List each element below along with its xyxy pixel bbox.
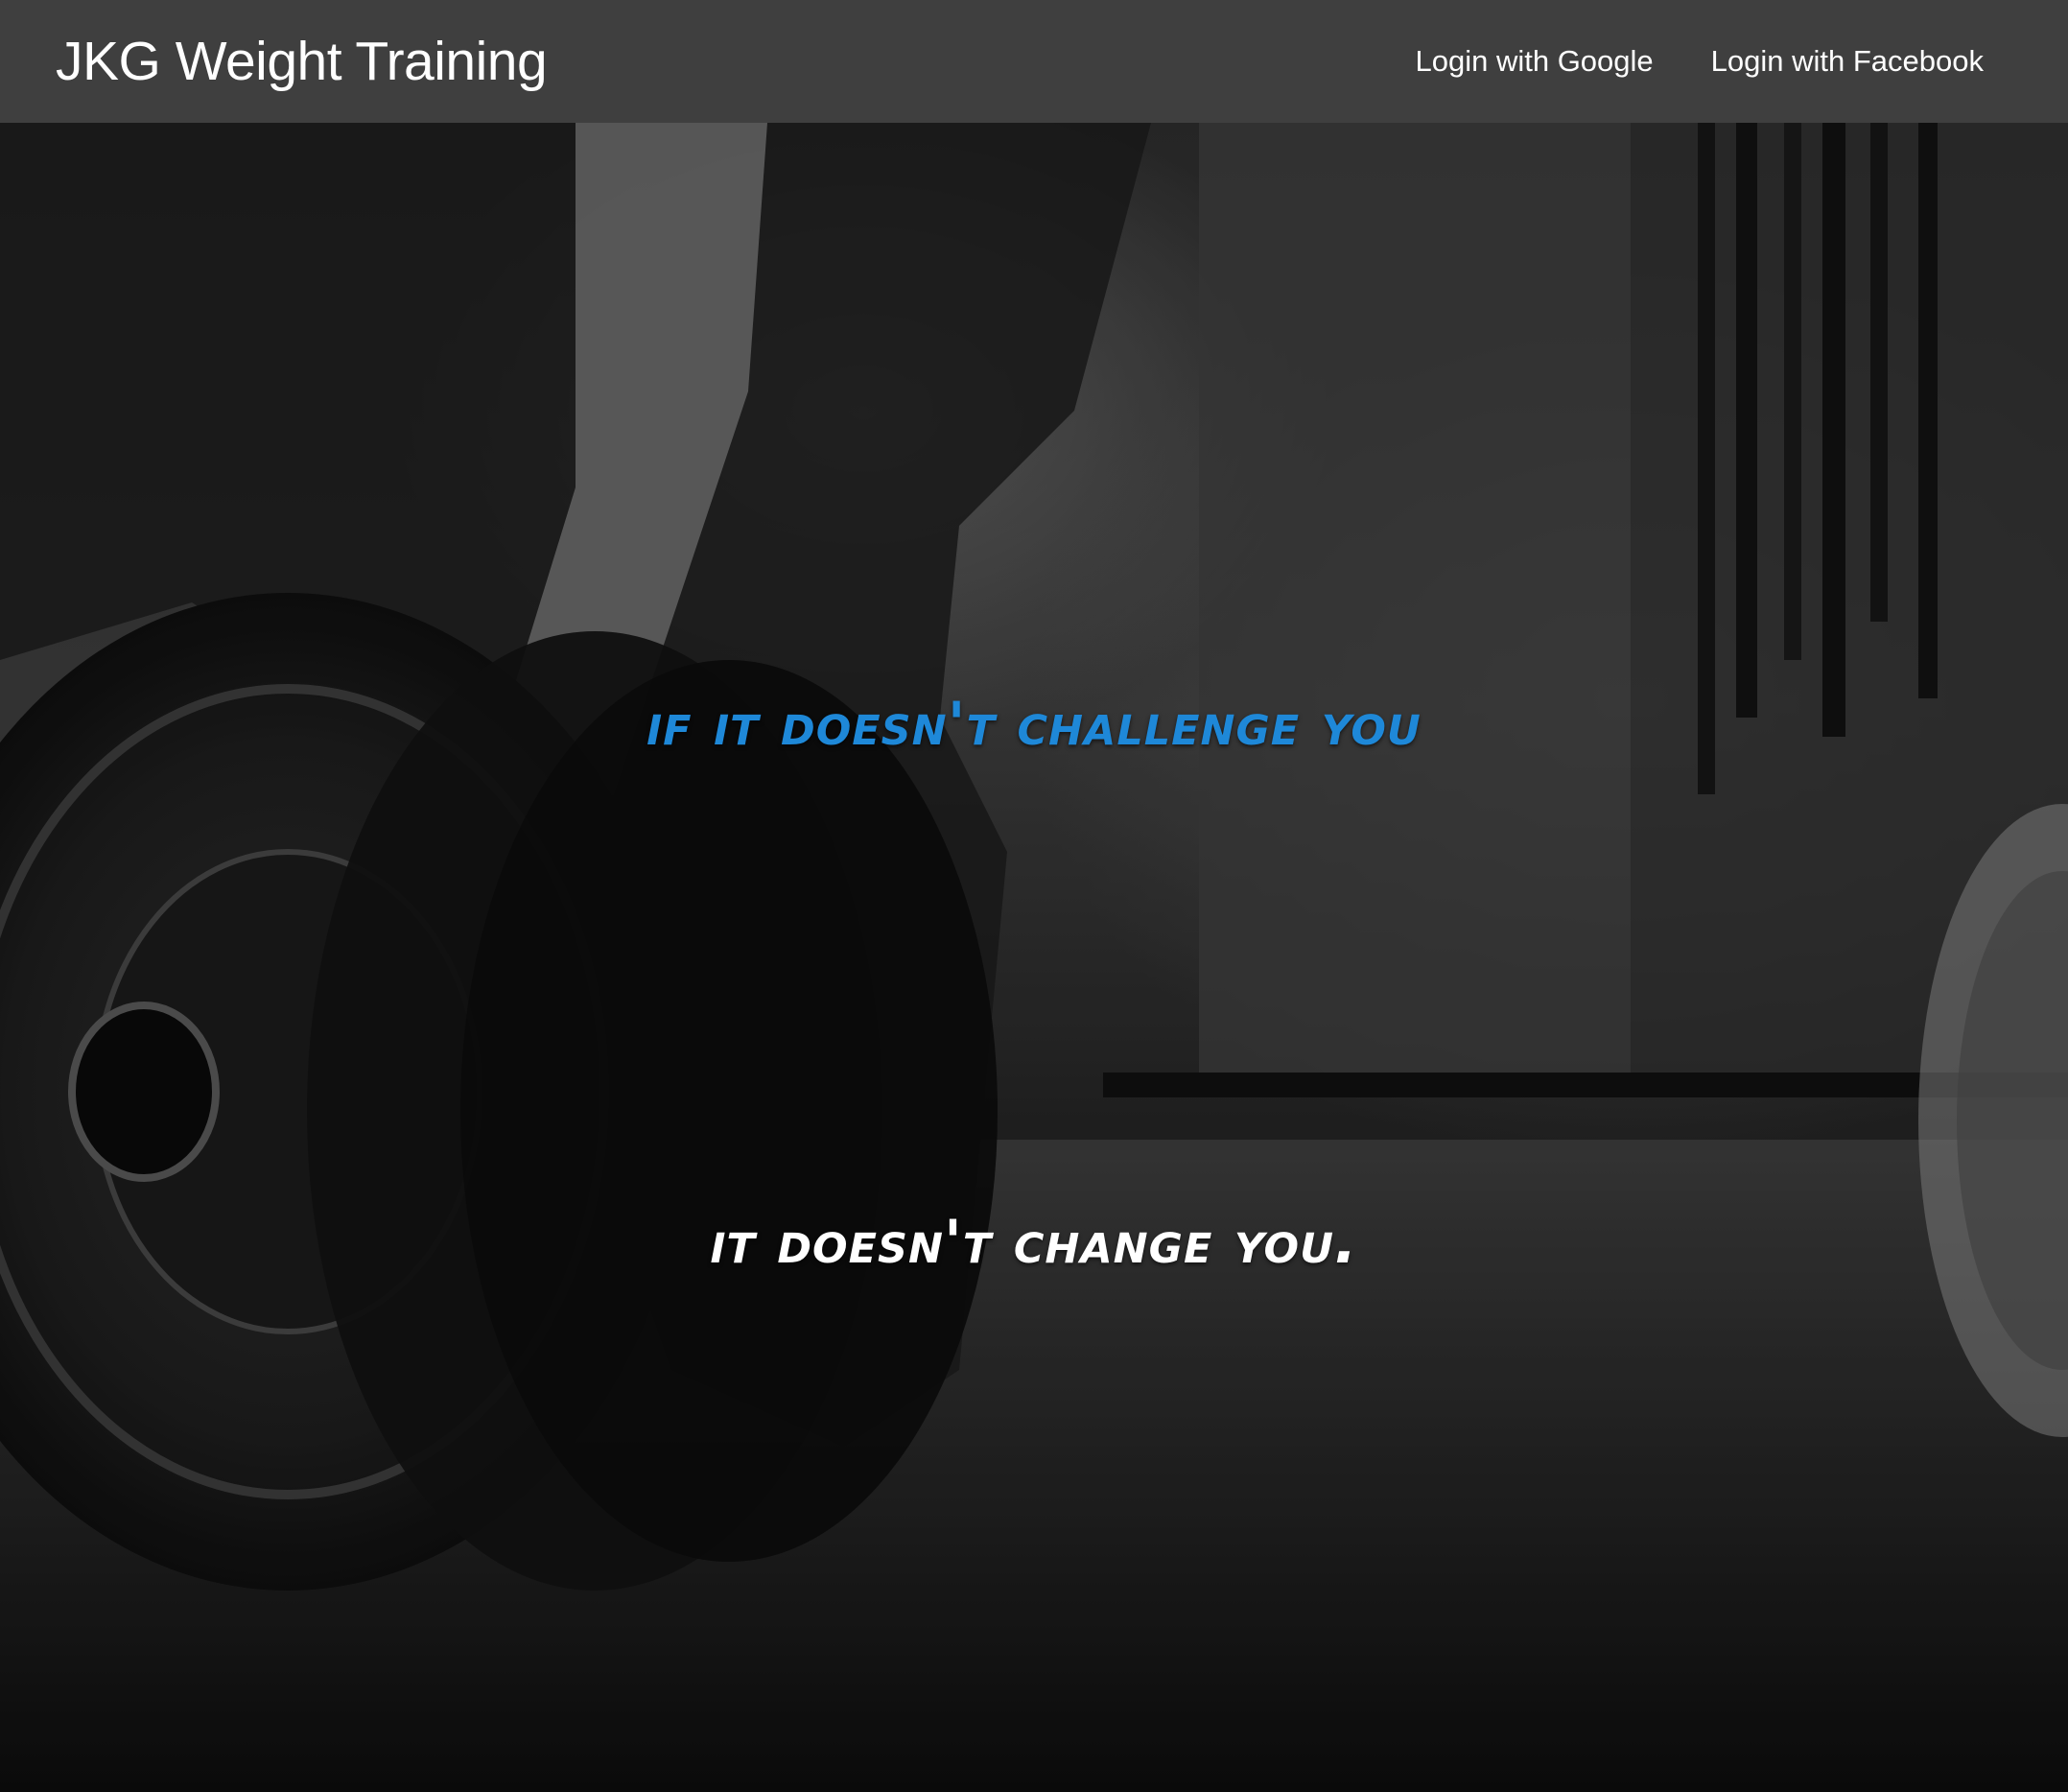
quote-line-challenge: If it doesn't challenge you [646, 689, 1422, 759]
hero-section: If it doesn't challenge you it doesn't c… [0, 123, 2068, 1792]
login-google-link[interactable]: Login with Google [1415, 44, 1653, 79]
quote-line-change: it doesn't change you. [710, 1207, 1358, 1277]
login-facebook-link[interactable]: Login with Facebook [1711, 44, 1984, 79]
hero-background-image [0, 123, 2068, 1792]
navbar: JKG Weight Training Login with Google Lo… [0, 0, 2068, 123]
brand-logo-link[interactable]: JKG Weight Training [56, 30, 548, 93]
nav-links: Login with Google Login with Facebook [1415, 44, 1984, 79]
